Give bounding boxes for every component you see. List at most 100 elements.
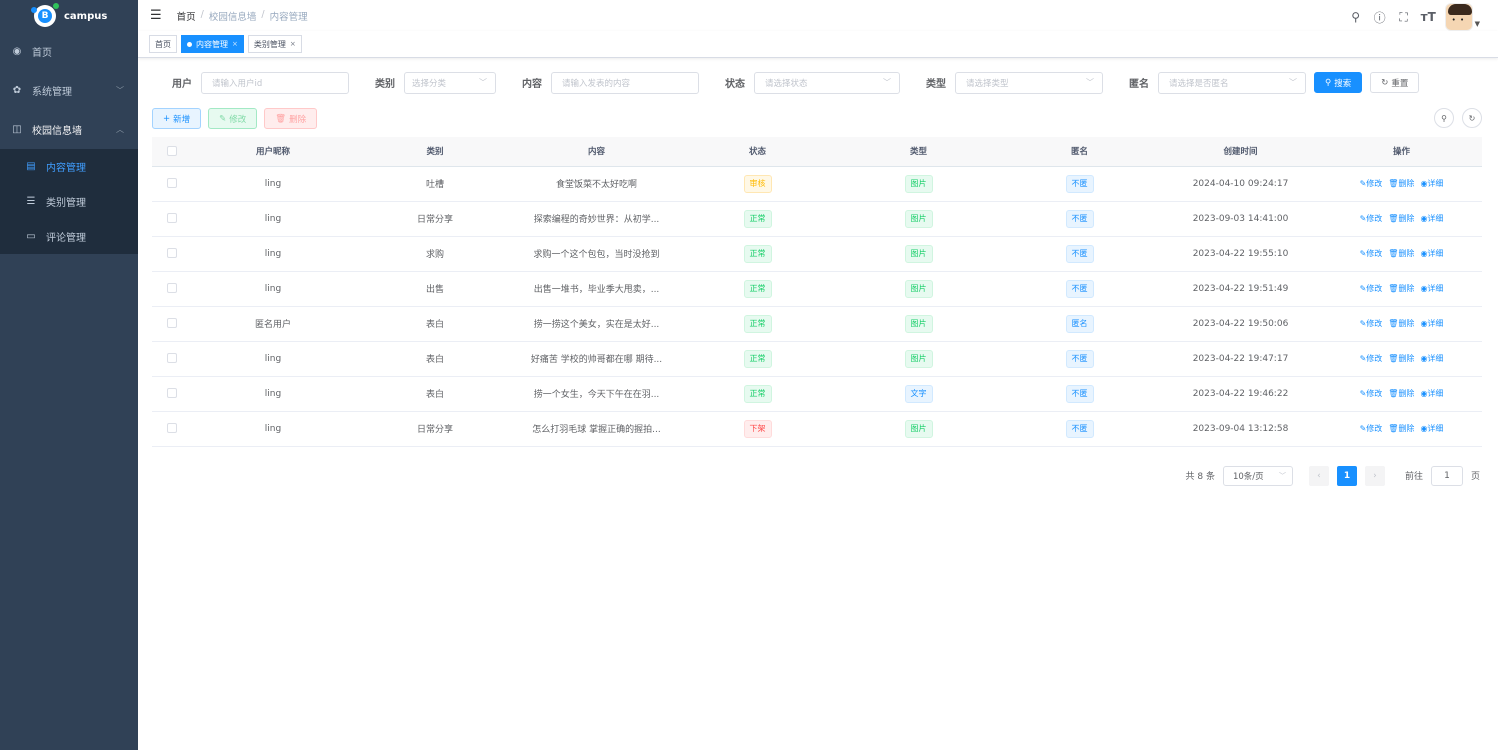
- row-delete-button[interactable]: 🗑︎删除: [1388, 249, 1414, 258]
- logo-icon: B: [31, 3, 59, 27]
- category-select[interactable]: 选择分类 ﹀: [404, 71, 496, 94]
- row-detail-button[interactable]: ◉详细: [1420, 179, 1443, 188]
- row-detail-button[interactable]: ◉详细: [1420, 354, 1443, 363]
- prev-page-button[interactable]: ‹: [1308, 465, 1329, 486]
- row-delete-button[interactable]: 🗑︎删除: [1388, 179, 1414, 188]
- table-row[interactable]: ling 日常分享 探索编程的奇妙世界：从初学... 正常 图片 不匿 2023-09-03…: [152, 201, 1482, 237]
- avatar[interactable]: [1444, 3, 1473, 31]
- status-badge: 正常: [743, 209, 772, 228]
- caret-down-icon[interactable]: ▼: [1475, 20, 1480, 28]
- row-detail-button[interactable]: ◉详细: [1420, 424, 1443, 433]
- search-icon[interactable]: ⚲: [1349, 10, 1363, 24]
- logo[interactable]: B campus: [0, 0, 138, 32]
- refresh-button[interactable]: ↻: [1462, 108, 1482, 128]
- close-icon[interactable]: ×: [232, 40, 238, 48]
- edit-button[interactable]: ✎ 修改: [208, 108, 258, 129]
- fullscreen-icon[interactable]: ⛶: [1397, 10, 1411, 25]
- table-row[interactable]: ling 表白 好痛苦 学校的帅哥都在哪 期待... 正常 图片 不匿 2023-04-22…: [152, 341, 1482, 377]
- row-delete-button[interactable]: 🗑︎删除: [1388, 214, 1414, 223]
- sidebar-item-category[interactable]: ☰ 类别管理: [0, 184, 138, 219]
- reset-button[interactable]: ↻ 重置: [1370, 72, 1420, 93]
- status-badge: 下架: [743, 419, 772, 438]
- field-label: 状态: [725, 79, 745, 90]
- status-select[interactable]: 请选择状态 ﹀: [754, 71, 900, 94]
- row-delete-button[interactable]: 🗑︎删除: [1388, 319, 1414, 328]
- table-row[interactable]: ling 表白 捞一个女生，今天下午在在羽... 正常 文字 不匿 2023-04-22 1…: [152, 376, 1482, 412]
- cell-time: 2023-04-22 19:50:06: [1160, 306, 1321, 342]
- sidebar-item-home[interactable]: ◉ 首页: [0, 32, 138, 71]
- row-edit-button[interactable]: ✎修改: [1360, 214, 1383, 223]
- row-edit-button[interactable]: ✎修改: [1360, 284, 1383, 293]
- row-detail-button[interactable]: ◉详细: [1420, 214, 1443, 223]
- row-checkbox[interactable]: [152, 376, 192, 412]
- close-icon[interactable]: ×: [290, 40, 296, 48]
- row-detail-button[interactable]: ◉详细: [1420, 249, 1443, 258]
- row-edit-button[interactable]: ✎修改: [1360, 179, 1383, 188]
- row-checkbox[interactable]: [152, 236, 192, 272]
- row-edit-button[interactable]: ✎修改: [1360, 424, 1383, 433]
- toggle-search-button[interactable]: ⚲: [1434, 108, 1454, 128]
- tag-home[interactable]: 首页: [149, 35, 177, 53]
- search-button[interactable]: ⚲ 搜索: [1314, 72, 1363, 93]
- row-delete-button[interactable]: 🗑︎删除: [1388, 354, 1414, 363]
- trash-icon: 🗑︎: [1388, 179, 1399, 188]
- table-row[interactable]: ling 出售 出售一堆书，毕业季大甩卖，... 正常 图片 不匿 2023-04-22 1…: [152, 271, 1482, 307]
- tag-content[interactable]: 内容管理 ×: [181, 35, 244, 53]
- sidebar-item-content[interactable]: ▤ 内容管理: [0, 149, 138, 184]
- row-edit-button[interactable]: ✎修改: [1360, 319, 1383, 328]
- main: ☰ 首页 / 校园信息墙 / 内容管理 ⚲ ⓘ ⛶ тT ▼ 首页 内容管理 × …: [138, 0, 1498, 750]
- status-badge: 正常: [743, 244, 772, 263]
- sidebar-item-system[interactable]: ✿ 系统管理 ﹀: [0, 71, 138, 110]
- hamburger-icon[interactable]: ☰: [150, 8, 162, 23]
- field-label: 类型: [926, 79, 946, 90]
- row-checkbox[interactable]: [152, 411, 192, 447]
- row-delete-button[interactable]: 🗑︎删除: [1388, 284, 1414, 293]
- next-page-button[interactable]: ›: [1364, 465, 1385, 486]
- row-detail-button[interactable]: ◉详细: [1420, 389, 1443, 398]
- add-button[interactable]: + 新增: [152, 108, 202, 129]
- content-input[interactable]: 请输入发表的内容: [551, 71, 699, 94]
- row-delete-button[interactable]: 🗑︎删除: [1388, 424, 1414, 433]
- row-checkbox[interactable]: [152, 166, 192, 202]
- cell-time: 2023-09-04 13:12:58: [1160, 411, 1321, 447]
- row-checkbox[interactable]: [152, 341, 192, 377]
- row-checkbox[interactable]: [152, 201, 192, 237]
- sidebar-item-label: 校园信息墙: [32, 126, 82, 137]
- user-input[interactable]: 请输入用户id: [201, 71, 349, 94]
- tag-category[interactable]: 类别管理 ×: [247, 35, 302, 53]
- sidebar-item-comment[interactable]: ▭ 评论管理: [0, 219, 138, 254]
- table-row[interactable]: ling 求购 求购一个这个包包，当时没抢到 正常 图片 不匿 2023-04-22 19:…: [152, 236, 1482, 272]
- search-icon: ⚲: [1441, 113, 1447, 123]
- refresh-icon: ↻: [1468, 113, 1476, 123]
- column-header: 用户昵称: [192, 137, 354, 167]
- delete-button[interactable]: 🗑︎ 删除: [264, 108, 318, 129]
- row-delete-button[interactable]: 🗑︎删除: [1388, 389, 1414, 398]
- table-row[interactable]: ling 日常分享 怎么打羽毛球 掌握正确的握拍... 下架 图片 不匿 2023-09-0…: [152, 411, 1482, 447]
- breadcrumb-item[interactable]: 校园信息墙: [209, 9, 257, 23]
- page-number[interactable]: 1: [1336, 465, 1357, 486]
- type-select[interactable]: 请选择类型 ﹀: [955, 71, 1103, 94]
- table-row[interactable]: ling 吐槽 食堂饭菜不太好吃啊 审核 图片 不匿 2024-04-10 09:24:17…: [152, 166, 1482, 202]
- row-detail-button[interactable]: ◉详细: [1420, 284, 1443, 293]
- row-checkbox[interactable]: [152, 271, 192, 307]
- tags-view: 首页 内容管理 × 类别管理 ×: [138, 31, 1498, 58]
- pagination: 共 8 条 10条/页 ﹀ ‹ 1 › 前往 1 页: [152, 465, 1482, 486]
- help-icon[interactable]: ⓘ: [1373, 9, 1387, 26]
- row-detail-button[interactable]: ◉详细: [1420, 319, 1443, 328]
- page-size-select[interactable]: 10条/页 ﹀: [1222, 465, 1293, 486]
- type-badge: 图片: [904, 349, 933, 368]
- cell-content: 食堂饭菜不太好吃啊: [516, 166, 677, 202]
- anon-badge: 不匿: [1065, 419, 1094, 438]
- table-row[interactable]: 匿名用户 表白 捞一捞这个美女，实在是太好... 正常 图片 匿名 2023-04-22 1…: [152, 306, 1482, 342]
- anon-select[interactable]: 请选择是否匿名 ﹀: [1158, 71, 1306, 94]
- select-all-checkbox[interactable]: [152, 137, 192, 167]
- goto-page-input[interactable]: 1: [1430, 465, 1463, 486]
- cell-content: 求购一个这个包包，当时没抢到: [516, 236, 677, 272]
- row-checkbox[interactable]: [152, 306, 192, 342]
- row-edit-button[interactable]: ✎修改: [1360, 389, 1383, 398]
- row-edit-button[interactable]: ✎修改: [1360, 354, 1383, 363]
- row-edit-button[interactable]: ✎修改: [1360, 249, 1383, 258]
- font-size-icon[interactable]: тT: [1421, 10, 1436, 24]
- breadcrumb-item[interactable]: 首页: [177, 9, 196, 23]
- sidebar-item-campus-wall[interactable]: ◫ 校园信息墙 ︿: [0, 110, 138, 149]
